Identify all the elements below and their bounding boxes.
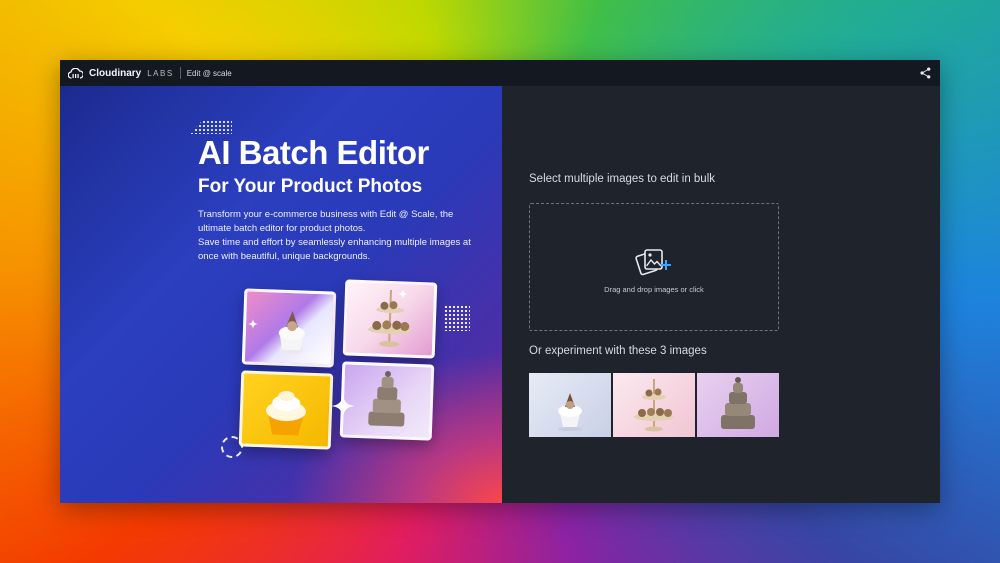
sparkle-icon [331,394,355,418]
hero-title: AI Batch Editor [198,134,429,171]
dropzone-text: Drag and drop images or click [604,285,704,294]
share-icon[interactable] [920,67,931,79]
hero-description: Transform your e-commerce business with … [198,208,488,264]
sample-thumbnail-cake-stand[interactable] [613,373,695,437]
cloudinary-logo-icon [68,67,83,79]
small-sparkle-icon-2 [398,289,408,299]
upload-panel: Select multiple images to edit in bulk D… [502,86,940,503]
sample-cake-stand-image [342,279,438,359]
hero-description-line-2: Save time and effort by seamlessly enhan… [198,237,471,262]
sample-images-label: Or experiment with these 3 images [529,345,707,357]
brand-labs: LABS [147,68,174,78]
decorative-dot-grid [444,305,470,331]
sample-thumbnail-tiered-cake[interactable] [697,373,779,437]
decorative-dots [190,120,232,134]
add-images-icon [635,249,671,276]
hero-description-line-1: Transform your e-commerce business with … [198,209,454,234]
app-name: Edit @ scale [186,68,232,78]
brand-name: Cloudinary [89,67,142,79]
app-window: Cloudinary LABS Edit @ scale AI Batch Ed… [60,60,940,503]
hero-subtitle: For Your Product Photos [198,176,423,197]
brand[interactable]: Cloudinary LABS Edit @ scale [68,67,232,79]
dashed-circle-decoration [221,436,243,458]
top-bar: Cloudinary LABS Edit @ scale [60,60,940,86]
sample-yellow-cupcake-image [238,370,334,450]
select-images-label: Select multiple images to edit in bulk [529,173,716,185]
sample-thumbnails [529,373,779,437]
sample-thumbnail-cupcake[interactable] [529,373,611,437]
image-dropzone[interactable]: Drag and drop images or click [529,203,779,331]
hero-panel: AI Batch Editor For Your Product Photos … [60,86,502,503]
small-sparkle-icon [248,319,258,329]
brand-divider [179,67,181,79]
